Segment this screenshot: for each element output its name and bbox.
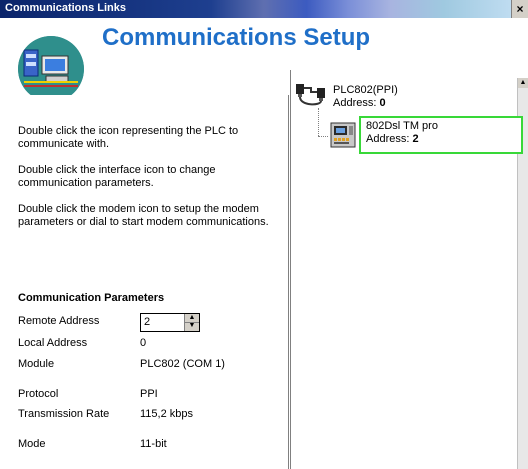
ppi-address-label: Address: xyxy=(333,97,377,109)
module-label: Module xyxy=(18,358,55,370)
title-bar: Communications Links × xyxy=(0,0,528,18)
local-address-row: Local Address 0 xyxy=(18,337,288,351)
ppi-node-address: Address: 0 xyxy=(333,97,398,110)
params-title: Communication Parameters xyxy=(18,292,165,304)
instruction-interface: Double click the interface icon to chang… xyxy=(18,164,216,189)
mode-value: 11-bit xyxy=(140,438,167,450)
module-value: PLC802 (COM 1) xyxy=(140,358,225,370)
plc-address-label: Address: xyxy=(366,133,410,145)
rate-label: Transmission Rate xyxy=(18,408,110,420)
instruction-modem: Double click the modem icon to setup the… xyxy=(18,203,269,228)
remote-address-spinner[interactable]: 2 ▲ ▼ xyxy=(140,313,200,332)
spin-down-icon[interactable]: ▼ xyxy=(185,322,199,330)
ppi-interface-icon[interactable] xyxy=(295,82,327,108)
instruction-plc: Double click the icon representing the P… xyxy=(18,125,239,150)
ppi-address-value: 0 xyxy=(379,97,386,109)
local-address-label: Local Address xyxy=(18,337,88,349)
mode-label: Mode xyxy=(18,438,46,450)
rate-value: 115,2 kbps xyxy=(140,408,194,420)
plc-node-label[interactable]: 802Dsl TM pro Address: 2 xyxy=(366,120,438,146)
rate-row: Transmission Rate 115,2 kbps xyxy=(18,408,288,422)
scroll-up-icon[interactable]: ▲ xyxy=(518,78,528,88)
communications-logo-icon xyxy=(18,36,84,102)
plc-node-name: 802Dsl TM pro xyxy=(366,120,438,132)
spinner-buttons[interactable]: ▲ ▼ xyxy=(184,314,199,331)
page-title: Communications Setup xyxy=(102,24,371,51)
module-row: Module PLC802 (COM 1) xyxy=(18,358,288,372)
mode-row: Mode 11-bit xyxy=(18,438,288,452)
tree-connector-vertical xyxy=(318,108,319,136)
local-address-value: 0 xyxy=(140,337,147,349)
plc-node-address: Address: 2 xyxy=(366,133,438,146)
window-title: Communications Links xyxy=(5,2,127,14)
plc-device-icon[interactable] xyxy=(330,122,356,148)
remote-address-value[interactable]: 2 xyxy=(144,316,150,328)
protocol-row: Protocol PPI xyxy=(18,388,288,402)
ppi-node-label[interactable]: PLC802(PPI) Address: 0 xyxy=(333,84,398,110)
close-button[interactable]: × xyxy=(511,0,528,18)
protocol-label: Protocol xyxy=(18,388,59,400)
remote-address-label: Remote Address xyxy=(18,315,100,327)
tree-connector-horizontal xyxy=(318,136,328,137)
protocol-value: PPI xyxy=(140,388,158,400)
plc-address-value: 2 xyxy=(412,133,419,145)
ppi-node-name: PLC802(PPI) xyxy=(333,84,398,96)
